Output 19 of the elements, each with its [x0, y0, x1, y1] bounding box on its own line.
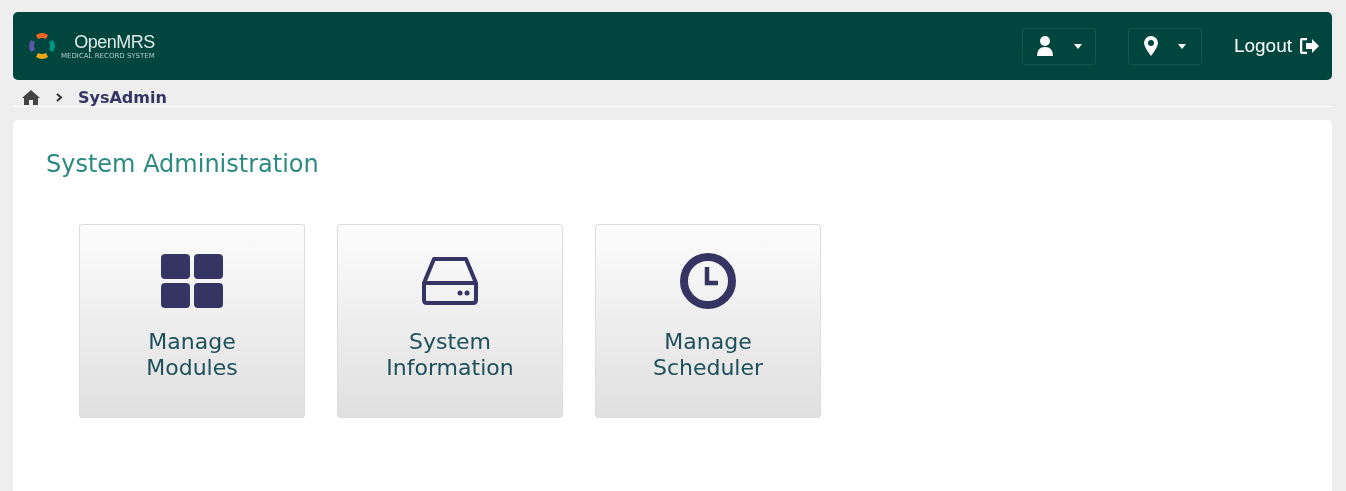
page-title: System Administration — [46, 150, 320, 178]
app-tile[interactable]: Manage Modules — [79, 224, 305, 418]
logo-icon — [27, 31, 57, 61]
user-icon — [1035, 36, 1054, 56]
home-icon[interactable] — [22, 89, 40, 105]
caret-icon — [1073, 43, 1082, 49]
breadcrumb-current: SysAdmin — [78, 87, 167, 107]
user-menu-button[interactable] — [1021, 27, 1096, 65]
grid-icon — [161, 253, 223, 309]
location-menu-button[interactable] — [1127, 27, 1202, 65]
logo-name: OpenMRS — [74, 32, 155, 53]
location-pin-icon — [1143, 36, 1158, 56]
clock-icon — [680, 253, 736, 309]
logout-link[interactable]: Logout — [1233, 35, 1320, 57]
app-tile[interactable]: System Information — [337, 224, 563, 418]
app-tile[interactable]: Manage Scheduler — [595, 224, 821, 418]
caret-icon — [1177, 43, 1186, 49]
logout-icon — [1300, 38, 1320, 54]
chevron-right-icon — [56, 92, 62, 102]
